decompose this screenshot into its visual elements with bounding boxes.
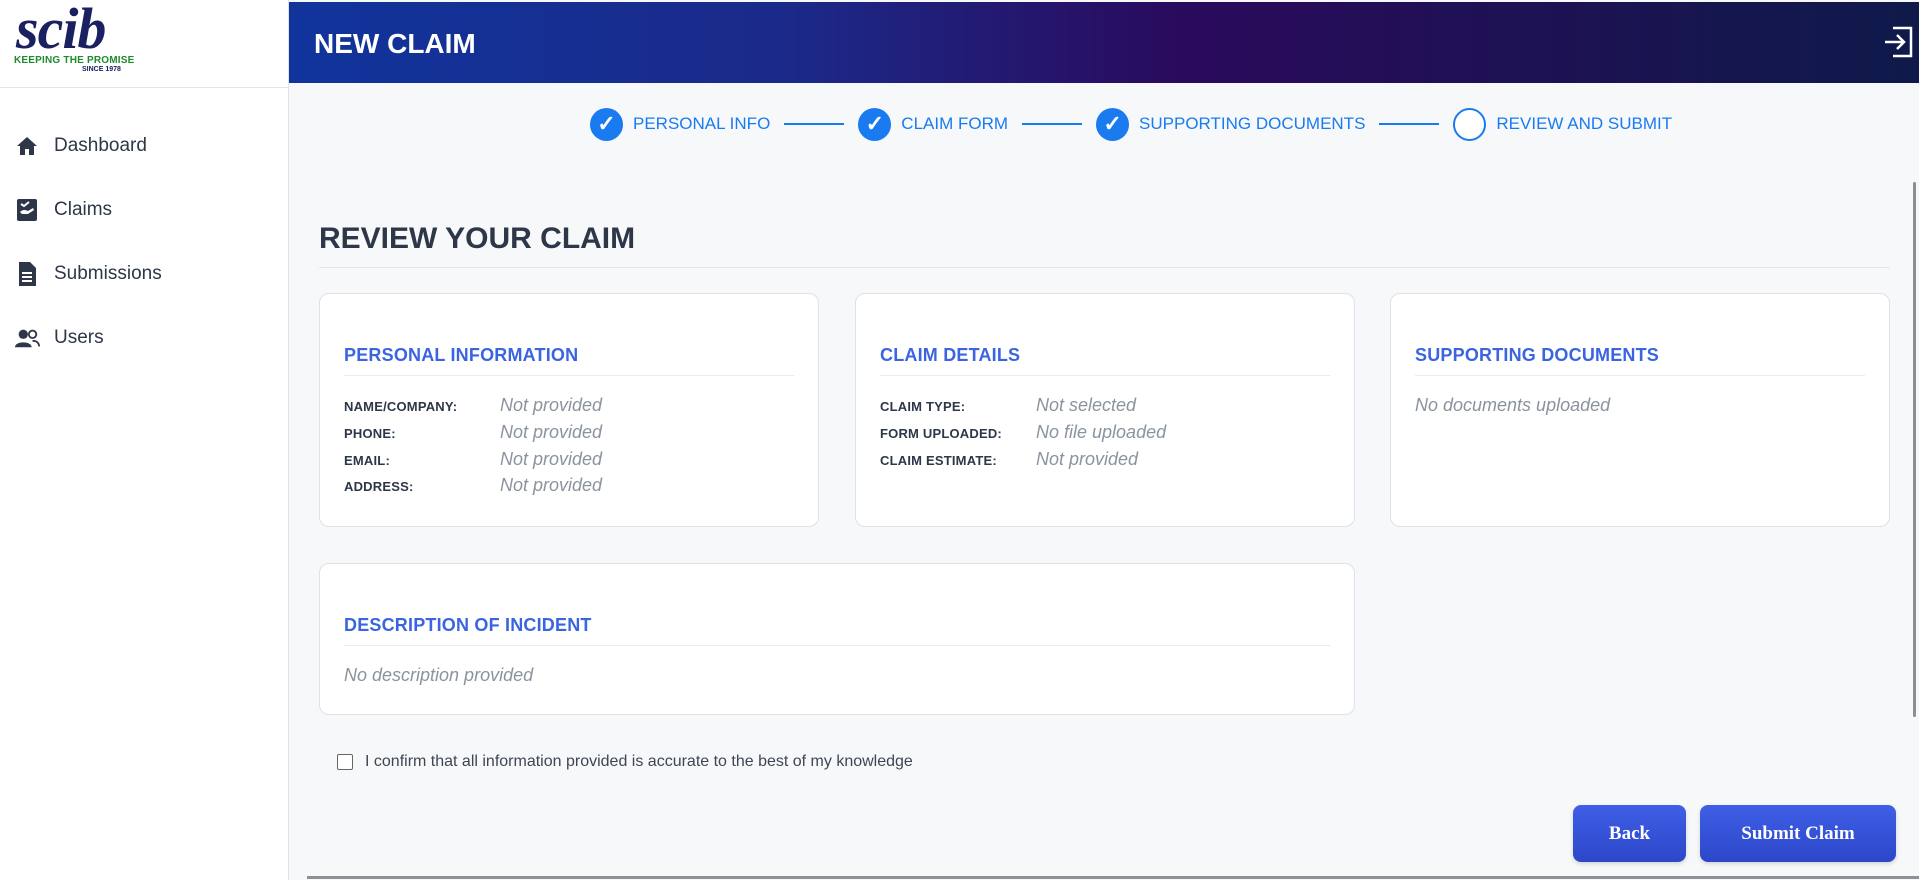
info-row: CLAIM TYPE: Not selected	[880, 395, 1136, 416]
claim-details-card: CLAIM DETAILS CLAIM TYPE: Not selected F…	[855, 293, 1355, 527]
incident-value: No description provided	[344, 665, 534, 685]
logo-tagline: KEEPING THE PROMISE	[14, 55, 135, 66]
step-claim-form[interactable]: ✓ CLAIM FORM	[858, 107, 1009, 141]
sidebar-item-label: Submissions	[54, 263, 162, 284]
logo[interactable]: scib KEEPING THE PROMISE SINCE 1978	[0, 0, 288, 88]
info-key: CLAIM ESTIMATE:	[880, 453, 997, 468]
step-connector	[1022, 123, 1083, 125]
divider	[319, 267, 1890, 268]
sidebar-item-label: Dashboard	[54, 135, 147, 156]
submit-claim-button[interactable]: Submit Claim	[1700, 805, 1896, 862]
divider	[344, 645, 1330, 646]
info-value: Not provided	[500, 395, 603, 415]
page-title: NEW CLAIM	[314, 28, 476, 59]
scrollbar[interactable]	[1913, 182, 1916, 717]
info-value: Not provided	[1036, 449, 1139, 469]
logo-wordmark: scib	[16, 0, 106, 61]
card-title: SUPPORTING DOCUMENTS	[1415, 345, 1660, 365]
divider	[880, 375, 1330, 376]
card-title: DESCRIPTION OF INCIDENT	[344, 615, 592, 635]
section-title: REVIEW YOUR CLAIM	[319, 222, 636, 255]
sidebar-item-submissions[interactable]: Submissions	[0, 242, 288, 306]
info-value: Not provided	[500, 475, 603, 495]
back-button[interactable]: Back	[1573, 805, 1686, 862]
confirm-checkbox-row[interactable]: I confirm that all information provided …	[337, 753, 913, 771]
info-key: ADDRESS:	[344, 479, 414, 494]
confirm-label: I confirm that all information provided …	[365, 753, 913, 770]
claims-icon	[14, 197, 40, 223]
step-label: CLAIM FORM	[901, 114, 1009, 133]
step-connector	[1379, 123, 1440, 125]
info-key: PHONE:	[344, 426, 396, 441]
horizontal-scrollbar[interactable]	[307, 876, 1919, 879]
users-icon	[14, 325, 40, 351]
supporting-documents-card: SUPPORTING DOCUMENTS No documents upload…	[1390, 293, 1890, 527]
personal-information-card: PERSONAL INFORMATION NAME/COMPANY: Not p…	[319, 293, 819, 527]
header: NEW CLAIM	[289, 2, 1919, 83]
info-row: EMAIL: Not provided	[344, 449, 602, 470]
step-label: PERSONAL INFO	[633, 114, 771, 133]
info-key: EMAIL:	[344, 453, 390, 468]
info-value: Not provided	[500, 422, 603, 442]
info-row: ADDRESS: Not provided	[344, 475, 602, 496]
sidebar-item-dashboard[interactable]: Dashboard	[0, 114, 288, 178]
info-row: FORM UPLOADED: No file uploaded	[880, 422, 1166, 443]
confirm-checkbox[interactable]	[337, 754, 353, 770]
info-value: Not provided	[500, 449, 603, 469]
info-value: No file uploaded	[1036, 422, 1167, 442]
check-icon: ✓	[858, 107, 892, 141]
step-personal-info[interactable]: ✓ PERSONAL INFO	[590, 107, 771, 141]
info-row: PHONE: Not provided	[344, 422, 602, 443]
sidebar-item-label: Users	[54, 327, 104, 348]
sidebar-item-claims[interactable]: Claims	[0, 178, 288, 242]
card-title: PERSONAL INFORMATION	[344, 345, 579, 365]
divider	[1415, 375, 1865, 376]
step-connector	[784, 123, 845, 125]
sidebar: scib KEEPING THE PROMISE SINCE 1978 Dash…	[0, 0, 289, 880]
sidebar-item-users[interactable]: Users	[0, 306, 288, 370]
info-key: NAME/COMPANY:	[344, 399, 458, 414]
step-label: REVIEW AND SUBMIT	[1496, 114, 1673, 133]
info-row: CLAIM ESTIMATE: Not provided	[880, 449, 1138, 470]
info-key: FORM UPLOADED:	[880, 426, 1002, 441]
logo-since: SINCE 1978	[82, 66, 121, 73]
step-review-and-submit[interactable]: REVIEW AND SUBMIT	[1453, 107, 1673, 141]
document-icon	[14, 261, 40, 287]
divider	[344, 375, 794, 376]
circle-icon	[1453, 107, 1487, 141]
progress-stepper: ✓ PERSONAL INFO ✓ CLAIM FORM ✓ SUPPORTIN…	[590, 106, 1672, 142]
check-icon: ✓	[1096, 107, 1130, 141]
info-value: Not selected	[1036, 395, 1137, 415]
incident-description-card: DESCRIPTION OF INCIDENT No description p…	[319, 563, 1355, 715]
info-row: NAME/COMPANY: Not provided	[344, 395, 602, 416]
home-icon	[14, 133, 40, 159]
card-title: CLAIM DETAILS	[880, 345, 1021, 365]
step-supporting-documents[interactable]: ✓ SUPPORTING DOCUMENTS	[1096, 107, 1366, 141]
step-label: SUPPORTING DOCUMENTS	[1139, 114, 1366, 133]
documents-value: No documents uploaded	[1415, 395, 1611, 415]
check-icon: ✓	[590, 107, 623, 141]
logout-icon[interactable]	[1883, 24, 1915, 60]
sidebar-nav: Dashboard Claims Submissions Users	[0, 114, 288, 370]
sidebar-item-label: Claims	[54, 199, 113, 220]
info-key: CLAIM TYPE:	[880, 399, 966, 414]
